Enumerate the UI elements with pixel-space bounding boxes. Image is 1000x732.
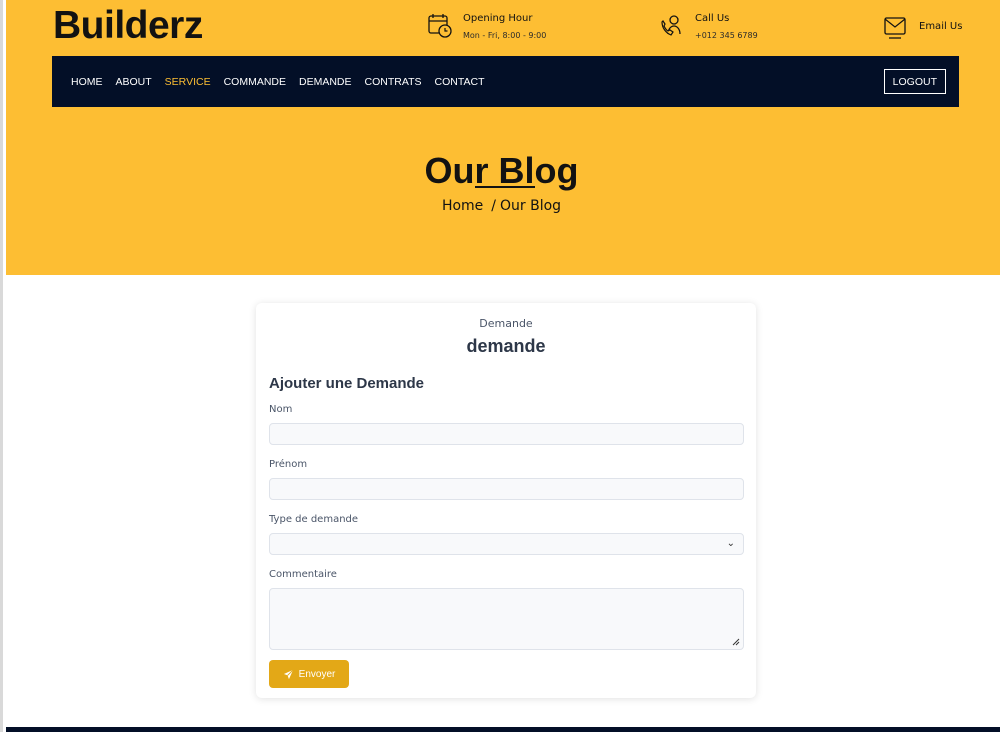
demande-card: Demande demande Ajouter une Demande Nom … xyxy=(256,303,756,698)
call-us-info: Call Us +012 345 6789 xyxy=(659,12,758,46)
phone-support-icon xyxy=(661,15,681,36)
envoyer-button[interactable]: Envoyer xyxy=(269,660,349,688)
envoyer-label: Envoyer xyxy=(298,668,336,680)
main-navbar: HOME ABOUT SERVICE COMMANDE DEMANDE CONT… xyxy=(52,56,959,107)
paper-plane-icon xyxy=(283,669,294,679)
title-underline xyxy=(475,186,535,188)
email-us-info[interactable]: Email Us xyxy=(883,15,962,41)
chevron-down-icon: ⌄ xyxy=(726,538,735,549)
nav-commande[interactable]: COMMANDE xyxy=(224,76,286,88)
resize-grip-icon[interactable] xyxy=(732,638,740,646)
prenom-label: Prénom xyxy=(269,459,308,470)
prenom-input[interactable] xyxy=(269,478,744,500)
card-subtitle: Demande xyxy=(479,317,533,330)
footer-edge xyxy=(6,727,1000,732)
type-demande-select[interactable]: ⌄ xyxy=(269,533,744,555)
nav-home[interactable]: HOME xyxy=(71,76,103,88)
nav-demande[interactable]: DEMANDE xyxy=(299,76,352,88)
nom-input[interactable] xyxy=(269,423,744,445)
commentaire-textarea[interactable] xyxy=(269,588,744,650)
type-demande-label: Type de demande xyxy=(269,514,359,525)
nav-contact[interactable]: CONTACT xyxy=(435,76,485,88)
opening-hour-info: Opening Hour Mon - Fri, 8:00 - 9:00 xyxy=(427,12,546,46)
nav-service[interactable]: SERVICE xyxy=(165,76,211,88)
email-us-title: Email Us xyxy=(919,21,963,32)
card-title: demande xyxy=(466,336,546,356)
nav-contrats[interactable]: CONTRATS xyxy=(365,76,422,88)
opening-hour-detail: Mon - Fri, 8:00 - 9:00 xyxy=(463,31,547,40)
form-heading: Ajouter une Demande xyxy=(269,375,425,392)
opening-hour-title: Opening Hour xyxy=(463,13,533,24)
commentaire-label: Commentaire xyxy=(269,569,337,580)
brand-logo[interactable]: Builderz xyxy=(53,4,203,48)
logout-button[interactable]: LOGOUT xyxy=(883,69,946,94)
nom-label: Nom xyxy=(269,404,293,415)
breadcrumb-home[interactable]: Home xyxy=(442,198,483,214)
breadcrumb-separator: / xyxy=(491,198,496,214)
call-us-number[interactable]: +012 345 6789 xyxy=(695,26,758,46)
breadcrumb-current[interactable]: Our Blog xyxy=(500,198,561,214)
email-icon xyxy=(884,17,906,39)
call-us-title: Call Us xyxy=(695,13,730,24)
breadcrumb: Home / Our Blog xyxy=(3,198,1000,214)
nav-about[interactable]: ABOUT xyxy=(116,76,152,88)
calendar-clock-icon xyxy=(428,14,452,38)
